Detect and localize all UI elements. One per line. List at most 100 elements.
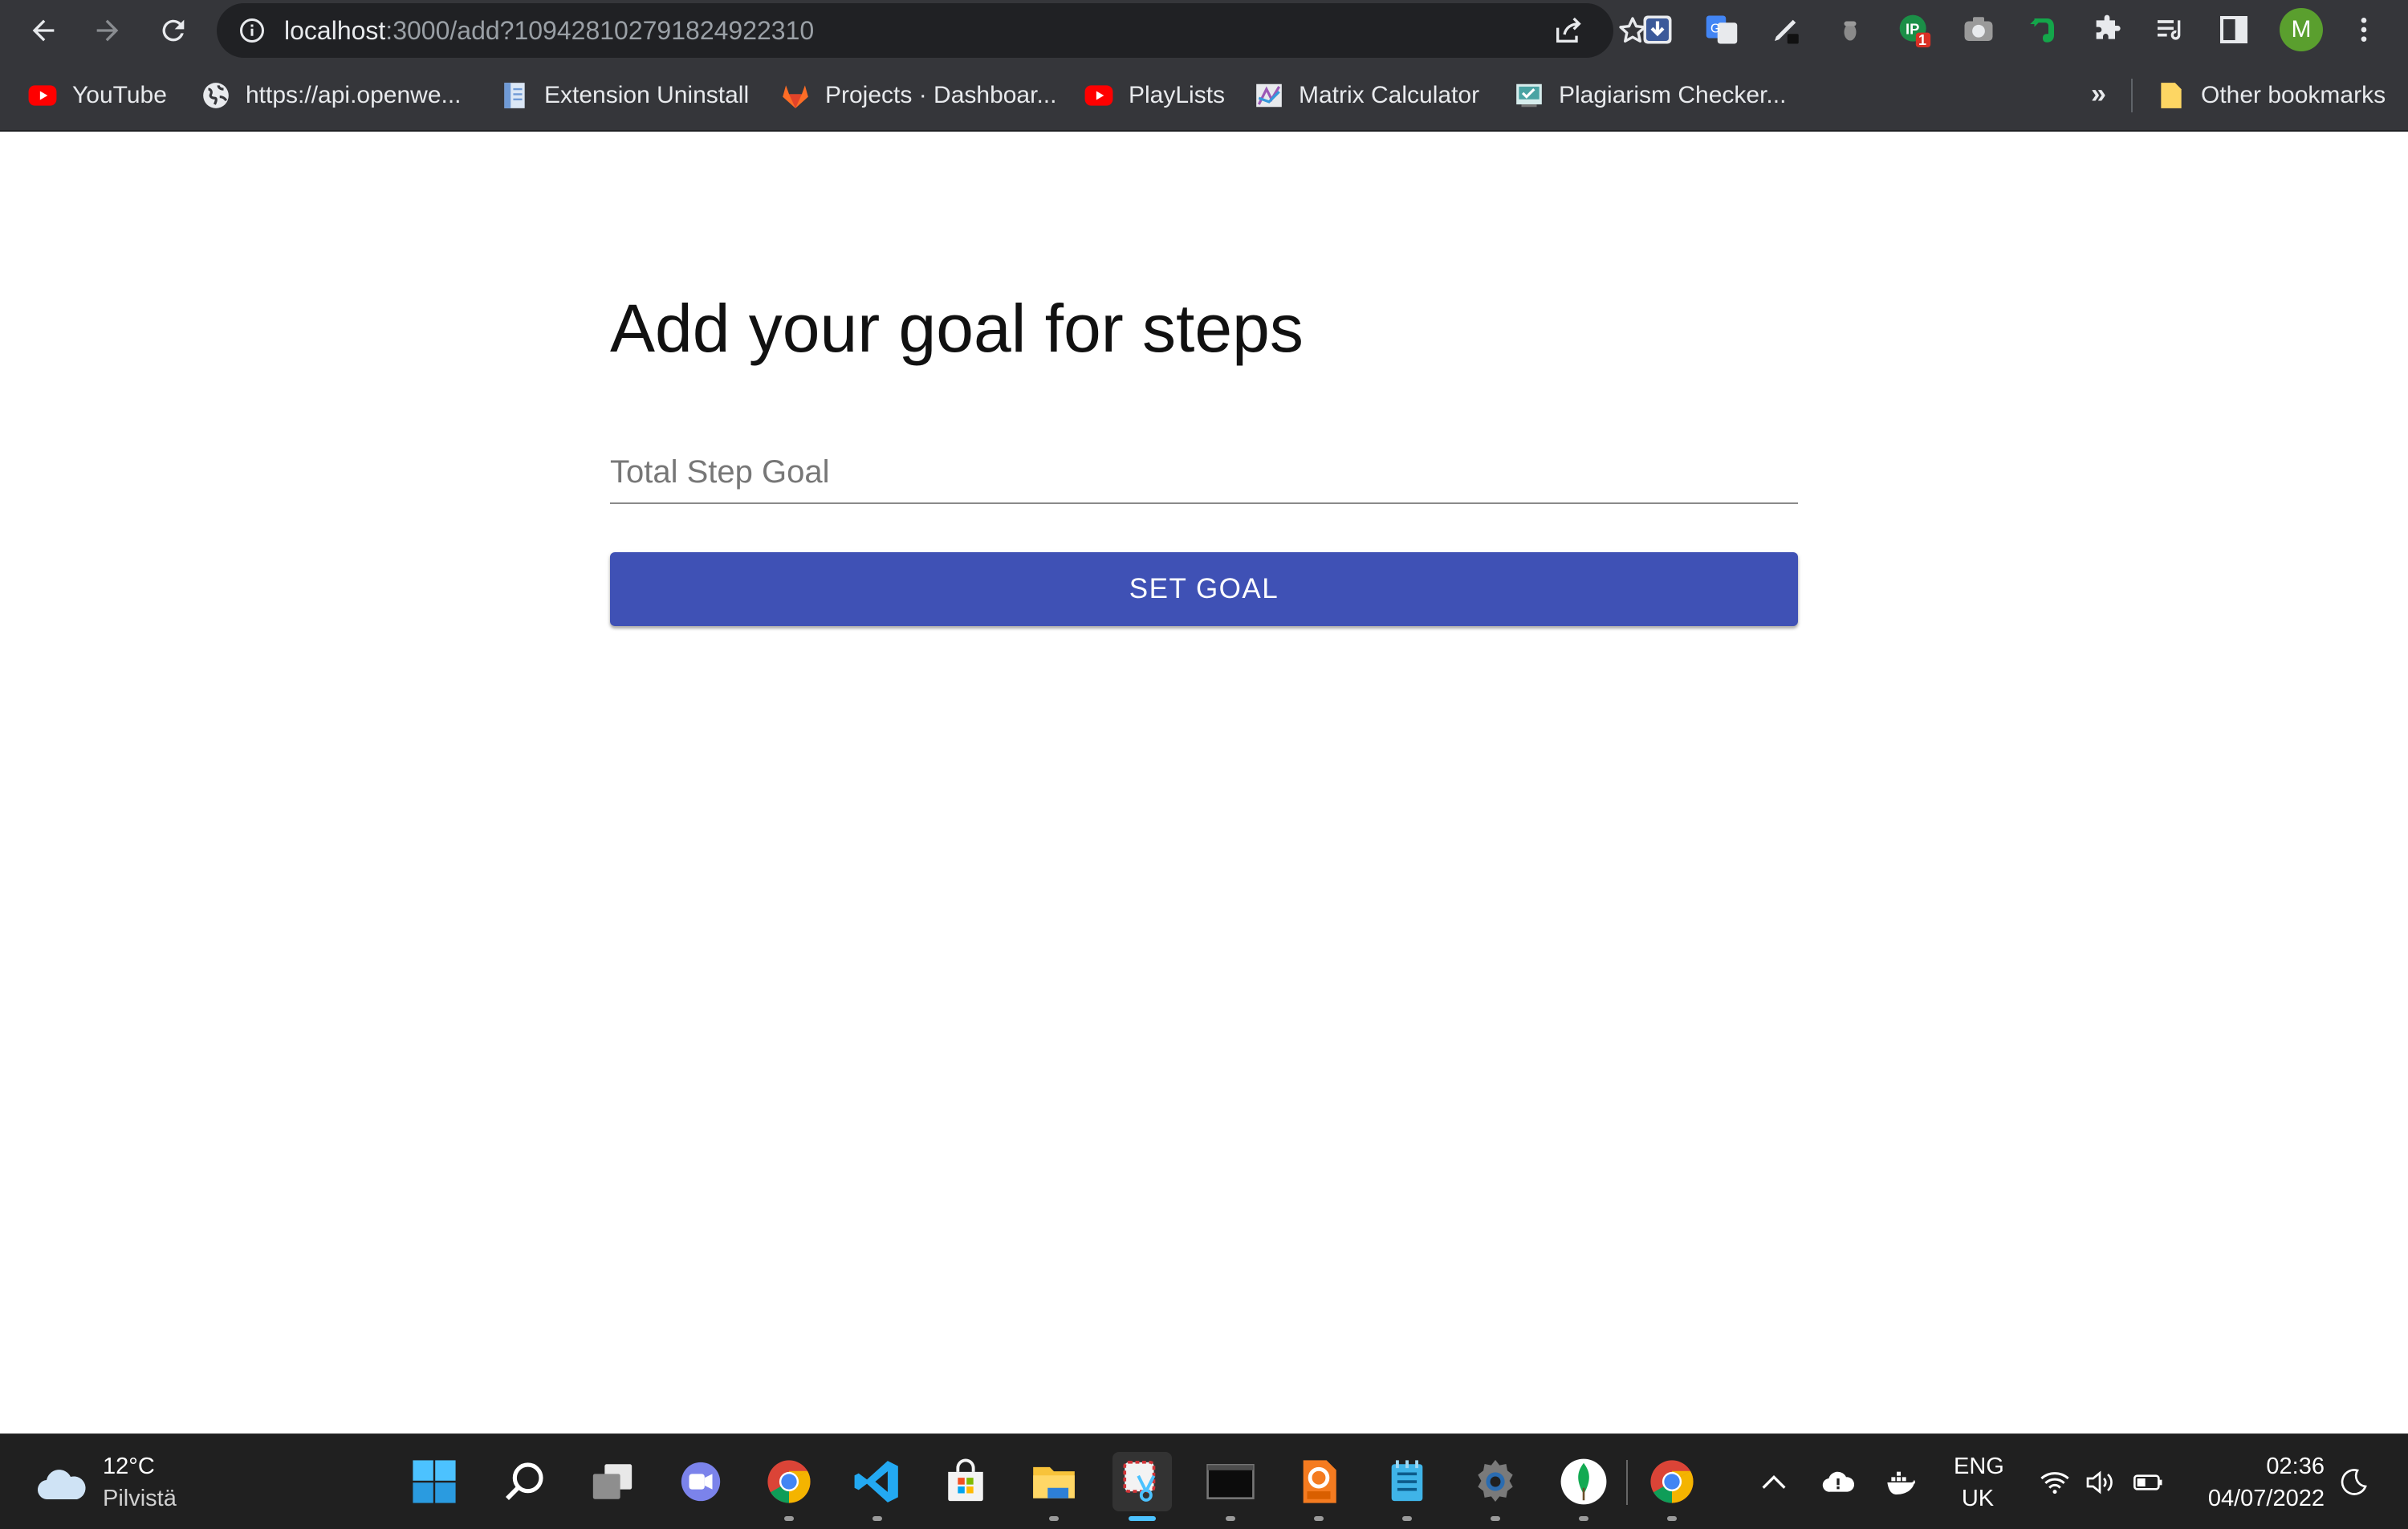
windows-start-icon xyxy=(413,1460,456,1503)
input-language[interactable]: ENG UK xyxy=(1954,1450,2004,1515)
clock-date: 04/07/2022 xyxy=(2207,1486,2325,1511)
running-indicator xyxy=(1579,1516,1588,1521)
volume-icon[interactable] xyxy=(2084,1466,2116,1499)
pdf-icon xyxy=(1303,1460,1336,1503)
puzzle-extensions-icon[interactable] xyxy=(2089,11,2125,48)
extension-badge: 1 xyxy=(1918,32,1927,48)
vscode-icon xyxy=(854,1461,898,1503)
vscode-app[interactable] xyxy=(848,1452,907,1521)
set-goal-button[interactable]: SET GOAL xyxy=(610,552,1798,626)
system-clock[interactable]: 02:36 04/07/2022 xyxy=(2194,1450,2325,1515)
bookmark-plagiarism-checker[interactable]: Plagiarism Checker... xyxy=(1514,61,1786,130)
address-bar[interactable]: localhost:3000/add?109428102791824922310 xyxy=(217,3,1646,58)
cloud-warning-icon[interactable] xyxy=(1822,1466,1854,1499)
moon-focus-icon[interactable] xyxy=(2337,1466,2369,1499)
bookmark-playlists[interactable]: PlayLists xyxy=(1084,61,1225,130)
chrome-icon xyxy=(767,1460,811,1503)
running-indicator xyxy=(872,1516,882,1521)
search-button[interactable] xyxy=(494,1452,554,1511)
chrome-window-app[interactable] xyxy=(1642,1452,1702,1521)
profile-avatar[interactable]: M xyxy=(2280,8,2323,51)
reading-list-icon[interactable] xyxy=(2151,11,2188,48)
url-path: :3000/add?109428102791824922310 xyxy=(385,16,815,45)
cloud-weather-icon[interactable] xyxy=(35,1465,90,1502)
url-host: localhost xyxy=(284,16,386,45)
bookmark-gitlab-projects[interactable]: Projects · Dashboar... xyxy=(780,61,1056,130)
bookmark-matrix-calculator[interactable]: Matrix Calculator xyxy=(1254,61,1479,130)
acorn-extension-icon[interactable] xyxy=(1832,11,1869,48)
bookmarks-separator xyxy=(2131,79,2133,112)
pen-extension-icon[interactable] xyxy=(1767,11,1804,48)
battery-icon[interactable] xyxy=(2132,1466,2164,1499)
bookmarks-overflow-button[interactable]: » xyxy=(2091,79,2106,110)
url-text[interactable]: localhost:3000/add?109428102791824922310 xyxy=(284,3,814,58)
settings-app[interactable] xyxy=(1466,1452,1525,1521)
menu-kebab-icon[interactable] xyxy=(2345,11,2382,48)
arrow-right-icon xyxy=(96,19,119,42)
chrome-app[interactable] xyxy=(759,1452,819,1521)
start-button[interactable] xyxy=(405,1452,464,1511)
share-icon[interactable] xyxy=(1552,14,1584,47)
wifi-icon[interactable] xyxy=(2039,1466,2071,1499)
running-indicator xyxy=(784,1516,794,1521)
bookmark-openweather[interactable]: https://api.openwe... xyxy=(201,61,462,130)
snipping-tool-app[interactable] xyxy=(1112,1452,1172,1521)
gitlab-icon xyxy=(783,85,808,108)
chat-icon xyxy=(681,1462,721,1502)
page-title: Add your goal for steps xyxy=(610,291,1304,366)
total-step-goal-input[interactable] xyxy=(610,446,1798,504)
checker-icon xyxy=(1516,83,1542,108)
docker-icon[interactable] xyxy=(1885,1466,1917,1499)
forward-button[interactable] xyxy=(87,10,128,51)
folder-icon xyxy=(2161,83,2182,108)
snipping-icon xyxy=(1123,1461,1156,1502)
bookmark-label: https://api.openwe... xyxy=(246,82,462,108)
task-view-button[interactable] xyxy=(583,1452,642,1511)
back-button[interactable] xyxy=(22,10,64,51)
taskbar-divider xyxy=(1626,1460,1628,1505)
info-icon[interactable] xyxy=(238,16,266,45)
bookmark-label: YouTube xyxy=(72,82,167,108)
terminal-app[interactable] xyxy=(1201,1452,1260,1521)
running-indicator xyxy=(1491,1516,1500,1521)
teams-chat-app[interactable] xyxy=(671,1452,730,1511)
mongodb-compass-app[interactable] xyxy=(1554,1452,1613,1521)
weather-description[interactable]: Pilvistä xyxy=(103,1486,177,1512)
bookmark-extension-uninstall[interactable]: Extension Uninstall xyxy=(499,61,749,130)
file-explorer-app[interactable] xyxy=(1024,1452,1084,1521)
grammar-extension-icon[interactable]: IP 1 xyxy=(1896,11,1933,48)
globe-icon xyxy=(203,83,229,108)
other-bookmarks[interactable]: Other bookmarks xyxy=(2156,61,2386,130)
reload-icon xyxy=(162,19,185,42)
microsoft-store-app[interactable] xyxy=(936,1452,995,1511)
chevron-up-icon[interactable] xyxy=(1758,1466,1790,1499)
side-panel-icon[interactable] xyxy=(2215,11,2252,48)
youtube-icon xyxy=(28,85,57,106)
windows-taskbar: 12°C Pilvistä ENG UK 02:36 04/07/2022 xyxy=(0,1433,2408,1529)
bookmark-label: Matrix Calculator xyxy=(1299,82,1480,108)
svg-text:G: G xyxy=(1710,22,1720,36)
youtube-icon xyxy=(1084,85,1113,106)
browser-toolbar: localhost:3000/add?109428102791824922310… xyxy=(0,0,2408,61)
evernote-extension-icon[interactable] xyxy=(2024,11,2061,48)
mongodb-leaf-icon xyxy=(1560,1458,1607,1505)
translate-extension-icon[interactable]: G xyxy=(1703,11,1740,48)
bookmark-label: Projects · Dashboar... xyxy=(825,82,1057,108)
bookmark-youtube[interactable]: YouTube xyxy=(27,61,167,130)
running-indicator xyxy=(1226,1516,1235,1521)
other-bookmarks-label: Other bookmarks xyxy=(2201,82,2386,108)
reload-button[interactable] xyxy=(153,10,194,51)
search-icon xyxy=(506,1462,543,1500)
running-indicator xyxy=(1667,1516,1677,1521)
camera-extension-icon[interactable] xyxy=(1960,11,1997,48)
notepad-app[interactable] xyxy=(1377,1452,1437,1521)
running-indicator xyxy=(1129,1516,1156,1521)
notepad-icon xyxy=(1391,1460,1423,1502)
pdf-app[interactable] xyxy=(1289,1452,1348,1521)
arrow-left-icon xyxy=(32,19,55,42)
running-indicator xyxy=(1402,1516,1412,1521)
download-extension-icon[interactable] xyxy=(1639,11,1676,48)
terminal-icon xyxy=(1206,1464,1255,1499)
gear-icon xyxy=(1478,1459,1513,1503)
weather-temperature[interactable]: 12°C xyxy=(103,1454,155,1480)
